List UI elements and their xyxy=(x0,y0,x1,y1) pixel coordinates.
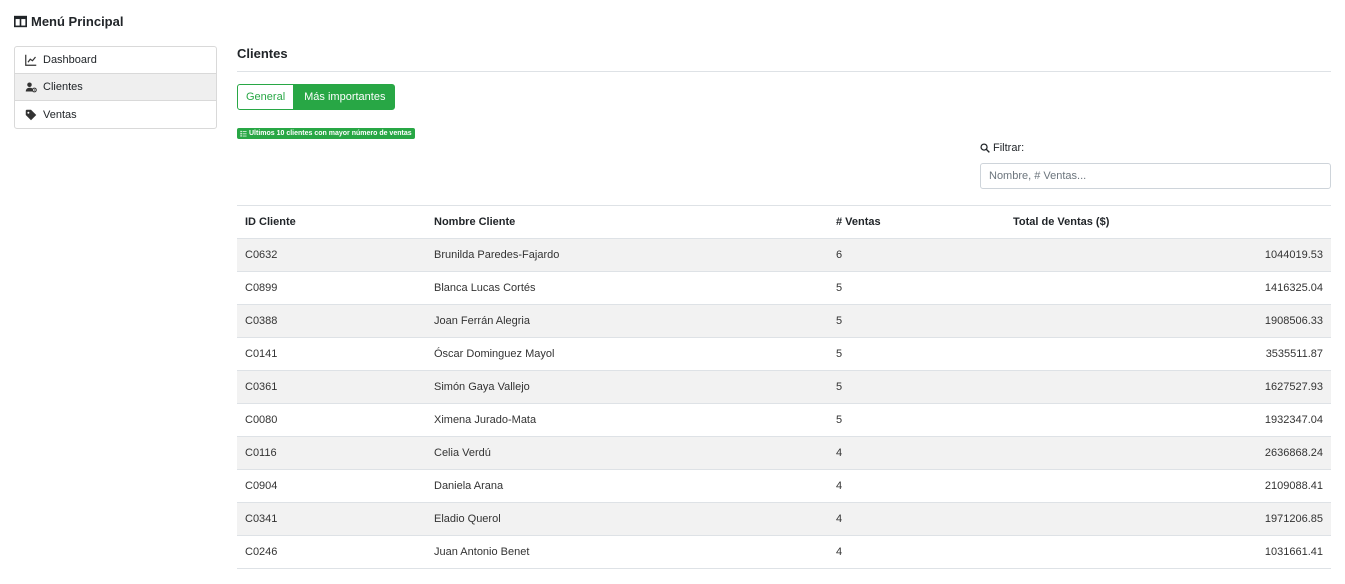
cell-nombre: Ximena Jurado-Mata xyxy=(426,403,828,437)
filter-label-text: Filtrar: xyxy=(993,142,1025,154)
column-header-ventas[interactable]: # Ventas xyxy=(828,205,1005,239)
tab-mas-importantes[interactable]: Más importantes xyxy=(294,84,396,110)
sidebar-item-clientes[interactable]: Clientes xyxy=(15,74,216,101)
cell-ventas: 4 xyxy=(828,436,1005,470)
main-content: Clientes General Más importantes Ultimos… xyxy=(237,46,1331,569)
cell-nombre: Joan Ferrán Alegria xyxy=(426,304,828,338)
table-header-row: ID Cliente Nombre Cliente # Ventas Total… xyxy=(237,205,1331,239)
cell-total: 1971206.85 xyxy=(1005,502,1331,536)
cell-nombre: Juan Antonio Benet xyxy=(426,535,828,569)
sidebar-item-dashboard[interactable]: Dashboard xyxy=(15,47,216,74)
sidebar-item-ventas[interactable]: Ventas xyxy=(15,101,216,128)
cell-id: C0141 xyxy=(237,337,426,371)
cell-total: 3535511.87 xyxy=(1005,337,1331,371)
sidebar-title-text: Menú Principal xyxy=(31,14,124,29)
line-chart-icon xyxy=(25,54,37,66)
table-row: C0116 Celia Verdú 4 2636868.24 xyxy=(237,436,1331,470)
table-row: C0141 Óscar Dominguez Mayol 5 3535511.87 xyxy=(237,337,1331,371)
cell-ventas: 4 xyxy=(828,469,1005,503)
cell-total: 2109088.41 xyxy=(1005,469,1331,503)
cell-nombre: Eladio Querol xyxy=(426,502,828,536)
filter-label: Filtrar: xyxy=(980,142,1024,154)
table-row: C0341 Eladio Querol 4 1971206.85 xyxy=(237,502,1331,536)
view-tabs: General Más importantes xyxy=(237,84,396,110)
clients-table: ID Cliente Nombre Cliente # Ventas Total… xyxy=(237,205,1331,569)
list-icon xyxy=(240,130,247,137)
sidebar-item-label: Ventas xyxy=(43,108,77,121)
cell-ventas: 5 xyxy=(828,370,1005,404)
cell-id: C0361 xyxy=(237,370,426,404)
table-row: C0080 Ximena Jurado-Mata 5 1932347.04 xyxy=(237,403,1331,437)
cell-total: 1908506.33 xyxy=(1005,304,1331,338)
column-header-total[interactable]: Total de Ventas ($) xyxy=(1005,205,1331,239)
cell-ventas: 5 xyxy=(828,337,1005,371)
cell-id: C0341 xyxy=(237,502,426,536)
badge-text: Ultimos 10 clientes con mayor número de … xyxy=(249,130,412,137)
sidebar-menu: Dashboard Clientes Ventas xyxy=(14,46,217,129)
table-row: C0388 Joan Ferrán Alegria 5 1908506.33 xyxy=(237,304,1331,338)
cell-total: 2636868.24 xyxy=(1005,436,1331,470)
cell-total: 1044019.53 xyxy=(1005,238,1331,272)
cell-ventas: 5 xyxy=(828,271,1005,305)
cell-total: 1416325.04 xyxy=(1005,271,1331,305)
sidebar-item-label: Dashboard xyxy=(43,54,97,66)
cell-nombre: Blanca Lucas Cortés xyxy=(426,271,828,305)
page-title: Clientes xyxy=(237,46,1331,72)
table-row: C0246 Juan Antonio Benet 4 1031661.41 xyxy=(237,535,1331,569)
cell-ventas: 6 xyxy=(828,238,1005,272)
tag-icon xyxy=(25,109,37,120)
column-header-nombre[interactable]: Nombre Cliente xyxy=(426,205,828,239)
sidebar-item-label: Clientes xyxy=(43,81,83,93)
table-row: C0361 Simón Gaya Vallejo 5 1627527.93 xyxy=(237,370,1331,404)
cell-ventas: 5 xyxy=(828,304,1005,338)
cell-total: 1031661.41 xyxy=(1005,535,1331,569)
table-row: C0632 Brunilda Paredes-Fajardo 6 1044019.53 xyxy=(237,238,1331,272)
cell-nombre: Brunilda Paredes-Fajardo xyxy=(426,238,828,272)
sidebar-title: Menú Principal xyxy=(14,14,123,29)
cell-ventas: 5 xyxy=(828,403,1005,437)
cell-total: 1932347.04 xyxy=(1005,403,1331,437)
cell-id: C0632 xyxy=(237,238,426,272)
cell-total: 1627527.93 xyxy=(1005,370,1331,404)
cell-ventas: 4 xyxy=(828,502,1005,536)
cell-id: C0899 xyxy=(237,271,426,305)
table-row: C0899 Blanca Lucas Cortés 5 1416325.04 xyxy=(237,271,1331,305)
search-icon xyxy=(980,143,990,153)
column-header-id[interactable]: ID Cliente xyxy=(237,205,426,239)
user-gear-icon xyxy=(25,82,37,93)
cell-ventas: 4 xyxy=(828,535,1005,569)
cell-id: C0904 xyxy=(237,469,426,503)
filter-input[interactable] xyxy=(980,163,1331,189)
cell-nombre: Óscar Dominguez Mayol xyxy=(426,337,828,371)
cell-id: C0246 xyxy=(237,535,426,569)
cell-nombre: Daniela Arana xyxy=(426,469,828,503)
tab-general[interactable]: General xyxy=(237,84,295,110)
cell-nombre: Celia Verdú xyxy=(426,436,828,470)
cell-id: C0116 xyxy=(237,436,426,470)
info-badge: Ultimos 10 clientes con mayor número de … xyxy=(237,128,415,139)
cell-id: C0080 xyxy=(237,403,426,437)
cell-id: C0388 xyxy=(237,304,426,338)
table-row: C0904 Daniela Arana 4 2109088.41 xyxy=(237,469,1331,503)
cell-nombre: Simón Gaya Vallejo xyxy=(426,370,828,404)
columns-icon xyxy=(14,15,27,28)
